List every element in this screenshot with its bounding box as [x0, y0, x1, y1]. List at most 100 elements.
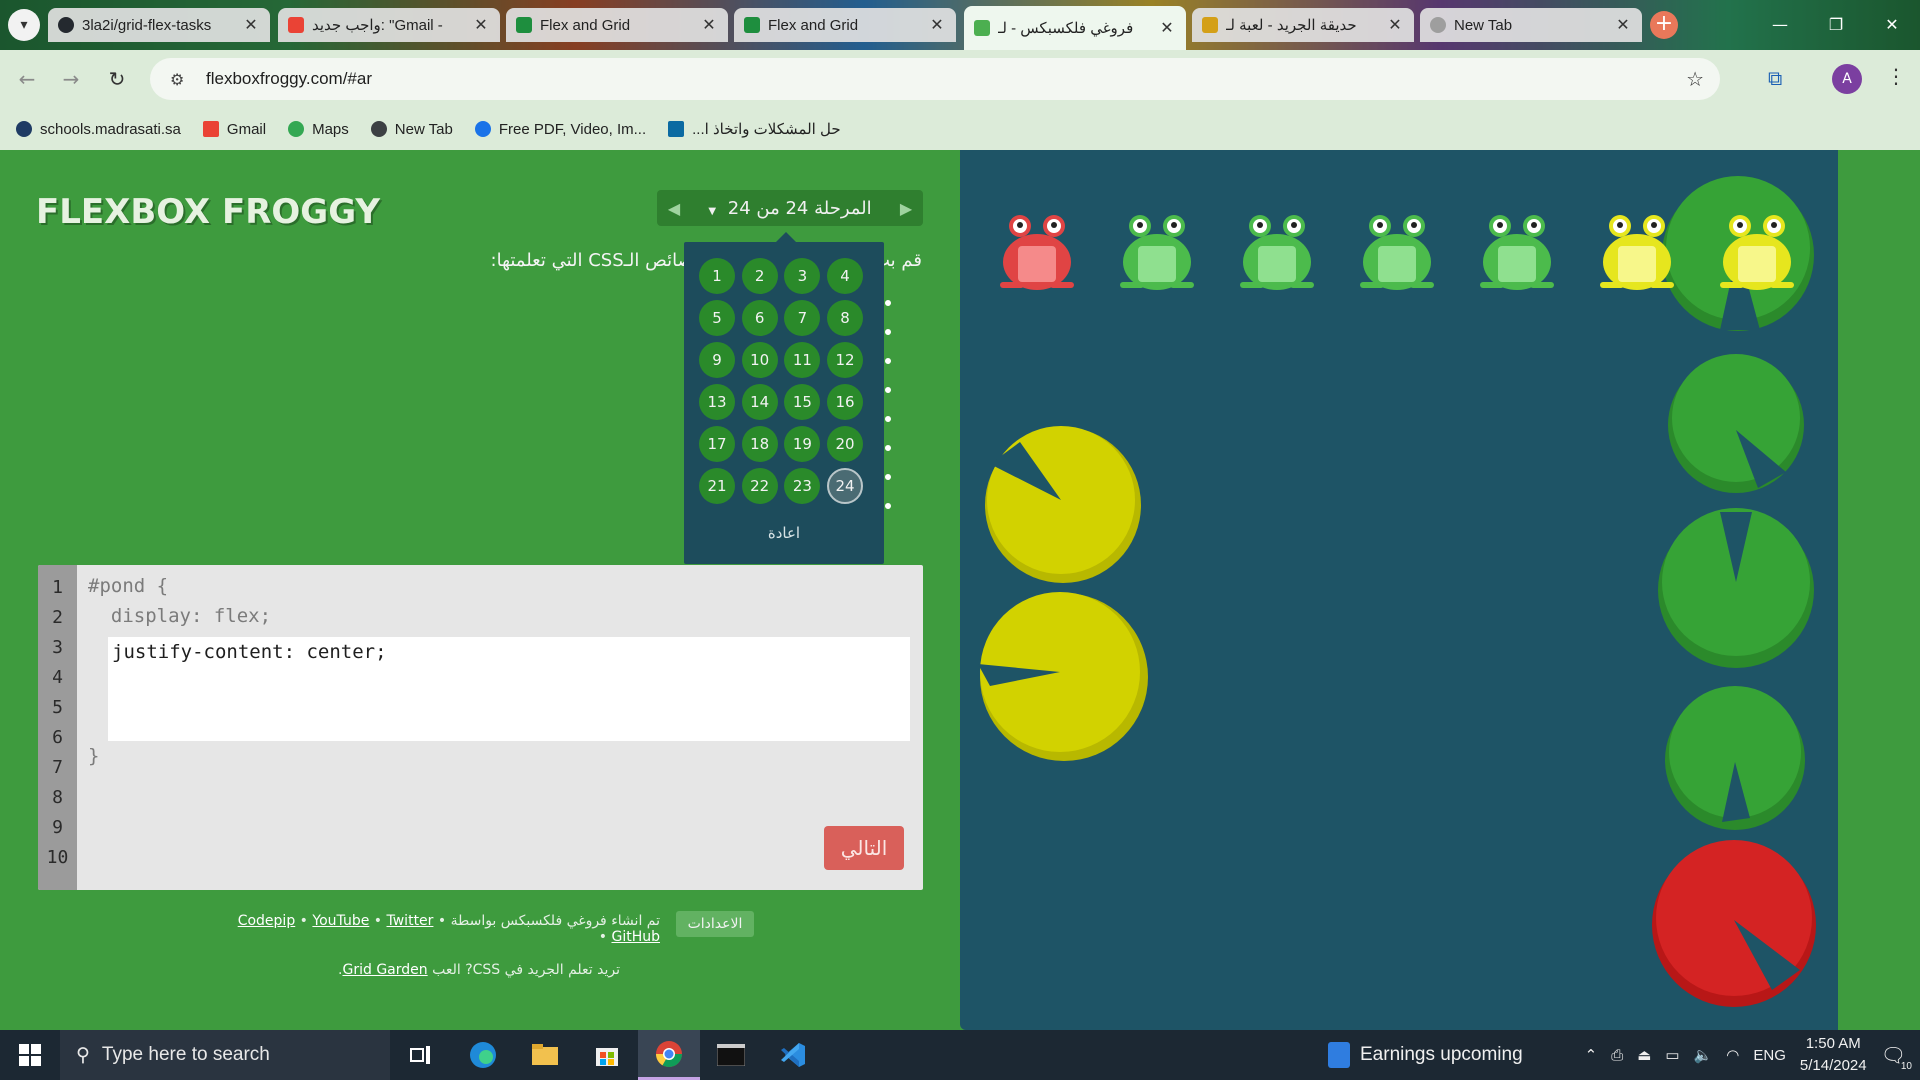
wifi-icon[interactable]: ◠ [1726, 1046, 1739, 1064]
level-button[interactable]: 12 [827, 342, 864, 378]
close-icon[interactable]: ✕ [1614, 16, 1632, 34]
next-level-icon[interactable]: ▶ [889, 199, 923, 218]
site-info-icon[interactable]: ⚙ [170, 70, 192, 89]
close-icon[interactable]: ✕ [700, 16, 718, 34]
course-icon [668, 121, 685, 137]
level-button[interactable]: 1 [699, 258, 735, 294]
level-button[interactable]: 17 [699, 426, 735, 462]
code-editor: 1 2 3 4 5 6 7 8 9 10 #pond { display: flex; justi… [38, 565, 923, 890]
terminal-icon[interactable] [700, 1030, 762, 1080]
close-window-icon[interactable]: ✕ [1864, 0, 1920, 48]
level-button[interactable]: 19 [784, 426, 821, 462]
chevron-up-icon[interactable]: ⌃ [1585, 1046, 1598, 1064]
lilypad-red [1652, 840, 1816, 1007]
maximize-icon[interactable]: ❐ [1808, 0, 1864, 48]
language-indicator[interactable]: ENG [1753, 1047, 1786, 1064]
level-button[interactable]: 7 [784, 300, 821, 336]
minimize-icon[interactable]: — [1752, 0, 1808, 48]
browser-tab[interactable]: Flex and Grid ✕ [506, 8, 728, 42]
github-link[interactable]: GitHub [611, 929, 660, 945]
settings-button[interactable]: الاعدادات [676, 911, 754, 937]
menu-icon[interactable]: ⋮ [1886, 64, 1906, 88]
css-input[interactable]: justify-content: center; G [108, 637, 910, 741]
level-button[interactable]: 8 [827, 300, 864, 336]
level-button[interactable]: 24 [827, 468, 864, 504]
level-button[interactable]: 15 [784, 384, 821, 420]
forward-icon[interactable]: → [56, 64, 86, 94]
weather-widget[interactable]: Earnings upcoming [1328, 1030, 1523, 1080]
level-button[interactable]: 5 [699, 300, 735, 336]
bookmark[interactable]: حل المشكلات واتخاذ ا... [668, 120, 841, 138]
edge-icon[interactable] [452, 1030, 514, 1080]
browser-tab[interactable]: حديقة الجريد - لعبة لـ ✕ [1192, 8, 1414, 42]
twitter-link[interactable]: Twitter [387, 913, 434, 929]
level-button[interactable]: 14 [741, 384, 778, 420]
search-icon: ⚲ [76, 1044, 90, 1066]
bookmark-label: حل المشكلات واتخاذ ا... [692, 121, 841, 138]
bookmark-label: New Tab [394, 120, 453, 138]
back-icon[interactable]: ← [12, 64, 42, 94]
usb-icon[interactable]: ⏏ [1637, 1046, 1651, 1064]
bookmark[interactable]: Free PDF, Video, Im... [474, 121, 646, 138]
bookmark[interactable]: New Tab [370, 120, 453, 138]
level-button[interactable]: 11 [784, 342, 821, 378]
close-icon[interactable]: ✕ [1386, 16, 1404, 34]
avatar[interactable]: A [1832, 64, 1862, 94]
line-number: 7 [52, 757, 63, 778]
level-button[interactable]: 23 [784, 468, 821, 504]
store-icon[interactable] [576, 1030, 638, 1080]
credits: تم انشاء فروغي فلكسبكس بواسطة Codepip • … [237, 913, 660, 945]
task-view-icon[interactable] [390, 1030, 452, 1080]
gmail-icon [288, 17, 304, 33]
level-button[interactable]: 9 [699, 342, 735, 378]
reload-icon[interactable]: ↻ [102, 64, 132, 94]
next-button[interactable]: التالي [824, 826, 904, 870]
reset-button[interactable]: اعادة [684, 524, 884, 542]
new-tab-button[interactable]: + [1650, 11, 1678, 39]
browser-tab[interactable]: 3la2i/grid-flex-tasks ✕ [48, 8, 270, 42]
file-explorer-icon[interactable] [514, 1030, 576, 1080]
grid-garden-link[interactable]: Grid Garden [342, 962, 427, 978]
browser-tab[interactable]: New Tab ✕ [1420, 8, 1642, 42]
close-icon[interactable]: ✕ [928, 16, 946, 34]
level-button[interactable]: 10 [741, 342, 778, 378]
carrot-icon [1202, 17, 1218, 33]
taskbar-search[interactable]: ⚲ Type here to search [60, 1030, 390, 1080]
battery-icon[interactable]: ▭ [1665, 1046, 1679, 1064]
level-button[interactable]: 3 [784, 258, 821, 294]
level-button[interactable]: 4 [827, 258, 864, 294]
previous-level-icon[interactable]: ◀ [657, 199, 691, 218]
vscode-icon[interactable] [762, 1030, 824, 1080]
tab-search-icon[interactable]: ▾ [8, 9, 40, 41]
bookmark[interactable]: Maps [288, 121, 349, 138]
clock[interactable]: 1:50 AM 5/14/2024 [1800, 1033, 1867, 1077]
codepip-link[interactable]: Codepip [238, 913, 296, 929]
level-button[interactable]: 6 [741, 300, 778, 336]
browser-tab-active[interactable]: فروغي فلكسبكس - لـ ✕ [964, 6, 1186, 50]
level-indicator[interactable]: المرحلة 24 من 24 ▼ [691, 198, 889, 219]
level-button[interactable]: 21 [699, 468, 735, 504]
bookmark[interactable]: Gmail [202, 121, 266, 138]
level-button[interactable]: 2 [741, 258, 778, 294]
address-bar[interactable]: ⚙ flexboxfroggy.com/#ar ☆ [150, 58, 1720, 100]
browser-tab[interactable]: Flex and Grid ✕ [734, 8, 956, 42]
chrome-icon[interactable] [638, 1030, 700, 1080]
browser-tab[interactable]: واجب جديد: "Gmail - ✕ [278, 8, 500, 42]
level-button[interactable]: 20 [827, 426, 864, 462]
windows-start-icon[interactable] [0, 1030, 60, 1080]
youtube-link[interactable]: YouTube [312, 913, 369, 929]
meet-icon[interactable]: ⎙ [1611, 1047, 1623, 1064]
level-button[interactable]: 13 [699, 384, 735, 420]
bookmark-star-icon[interactable]: ☆ [1686, 67, 1704, 91]
level-button[interactable]: 18 [741, 426, 778, 462]
volume-icon[interactable]: 🔈 [1694, 1046, 1713, 1064]
level-button[interactable]: 16 [827, 384, 864, 420]
level-button[interactable]: 22 [741, 468, 778, 504]
close-icon[interactable]: ✕ [1158, 19, 1176, 37]
close-icon[interactable]: ✕ [242, 16, 260, 34]
extensions-icon[interactable]: ⧉ [1768, 66, 1782, 90]
close-icon[interactable]: ✕ [472, 16, 490, 34]
bullet [885, 387, 891, 393]
bookmark[interactable]: schools.madrasati.sa [16, 121, 181, 138]
notifications-icon[interactable]: 🗨 10 [1881, 1043, 1912, 1072]
